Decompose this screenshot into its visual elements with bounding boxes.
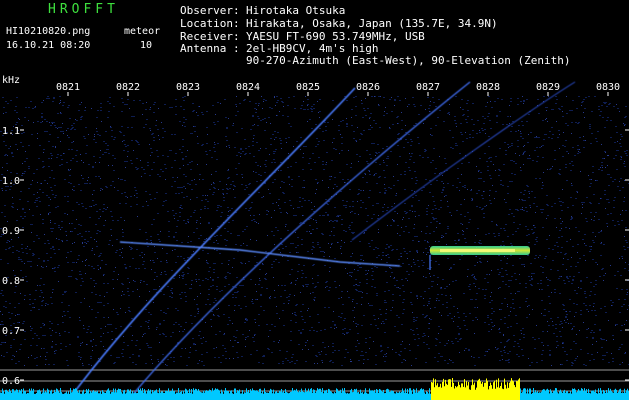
y-tick-label: 1.1 bbox=[2, 126, 20, 137]
x-tick-label: 0829 bbox=[536, 82, 560, 93]
hrofft-window: { "app": { "title": "HROFFT", "file_name… bbox=[0, 0, 629, 400]
spectrogram: 0821 0822 0823 0824 0825 0826 0827 0828 0829 0830… bbox=[0, 75, 629, 400]
x-tick-label: 0822 bbox=[116, 82, 140, 93]
x-tick-label: 0824 bbox=[236, 82, 260, 93]
y-tick-label: 0.7 bbox=[2, 326, 20, 337]
y-axis-unit: kHz bbox=[2, 75, 20, 86]
x-tick-label: 0823 bbox=[176, 82, 200, 93]
y-tick-label: 1.0 bbox=[2, 176, 20, 187]
x-tick-label: 0830 bbox=[596, 82, 620, 93]
x-tick-label: 0825 bbox=[296, 82, 320, 93]
y-tick-label: 0.8 bbox=[2, 276, 20, 287]
x-tick-label: 0821 bbox=[56, 82, 80, 93]
y-tick-label: 0.9 bbox=[2, 226, 20, 237]
x-tick-label: 0828 bbox=[476, 82, 500, 93]
meteor-echo-core bbox=[440, 249, 515, 252]
x-tick-label: 0827 bbox=[416, 82, 440, 93]
y-tick-label: 0.6 bbox=[2, 376, 20, 387]
x-tick-label: 0826 bbox=[356, 82, 380, 93]
